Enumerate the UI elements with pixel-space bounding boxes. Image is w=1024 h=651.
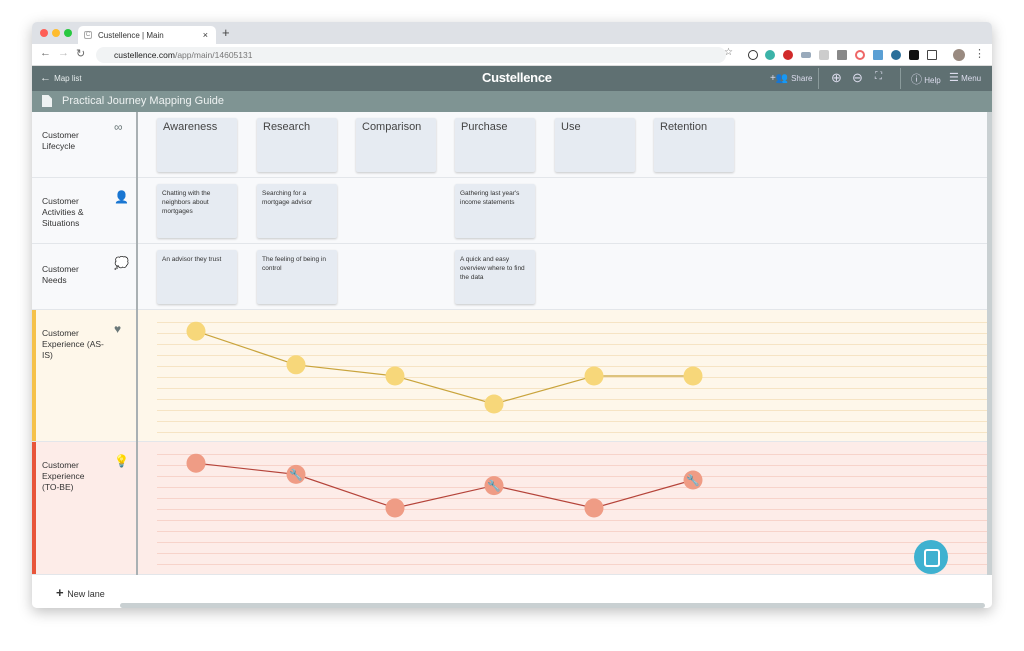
board-footer: + New lane: [32, 575, 992, 608]
extension-icon[interactable]: [909, 50, 919, 60]
wrench-icon: 🔧: [487, 479, 501, 493]
menu-label: Menu: [961, 74, 982, 83]
bookmark-star-icon[interactable]: ☆: [724, 47, 733, 58]
experience-point[interactable]: [186, 453, 206, 473]
new-lane-button[interactable]: + New lane: [56, 585, 105, 600]
minimize-window-button[interactable]: [52, 29, 60, 37]
horizontal-scrollbar[interactable]: [120, 603, 985, 608]
adblock-icon[interactable]: [783, 50, 793, 60]
tab-title: Custellence | Main: [98, 31, 164, 40]
zoom-out-icon[interactable]: ⊖: [852, 70, 863, 86]
extension-icon[interactable]: [855, 50, 865, 60]
experience-line: [195, 330, 693, 405]
extension-icon[interactable]: [765, 50, 775, 60]
experience-point[interactable]: [484, 394, 504, 414]
url-path: /app/main/14605131: [174, 50, 253, 60]
address-bar: ← → ↻ custellence.com/app/main/14605131 …: [32, 44, 992, 66]
experience-line: [195, 462, 694, 509]
divider: [900, 68, 901, 89]
extension-icon[interactable]: [927, 50, 937, 60]
hamburger-icon: ☰: [949, 72, 959, 84]
tab-bar: C Custellence | Main × +: [32, 22, 992, 44]
back-icon[interactable]: ←: [40, 47, 51, 59]
url-input[interactable]: custellence.com/app/main/14605131: [96, 47, 726, 63]
avatar[interactable]: [953, 49, 965, 61]
more-icon[interactable]: ⋮: [974, 47, 985, 60]
logo: Custellence: [482, 70, 552, 85]
plus-icon: +: [56, 585, 68, 600]
app-header: ← Map list Custellence +👥 Share ⊕ ⊖ ⛶ ⓘ …: [32, 66, 992, 91]
url-domain: custellence.com: [114, 50, 175, 60]
close-window-button[interactable]: [40, 29, 48, 37]
browser-tab[interactable]: C Custellence | Main ×: [78, 26, 216, 44]
close-tab-icon[interactable]: ×: [203, 30, 208, 40]
forward-icon[interactable]: →: [58, 47, 69, 59]
share-label: Share: [791, 74, 813, 83]
fullscreen-icon[interactable]: ⛶: [875, 71, 882, 82]
experience-point[interactable]: [385, 366, 405, 386]
maximize-window-button[interactable]: [64, 29, 72, 37]
help-icon: ⓘ: [911, 74, 922, 86]
menu-button[interactable]: ☰ Menu: [949, 71, 981, 84]
extension-icon[interactable]: [837, 50, 847, 60]
new-tab-button[interactable]: +: [222, 25, 230, 40]
arrow-left-icon: ←: [40, 72, 55, 84]
wrench-icon: 🔧: [686, 473, 700, 487]
help-label: Help: [924, 76, 941, 85]
experience-point[interactable]: [385, 498, 405, 518]
add-people-icon: +👥: [770, 73, 792, 84]
map-list-label: Map list: [54, 74, 82, 83]
favicon-icon: C: [84, 31, 92, 39]
browser-window: C Custellence | Main × + ← → ↻ custellence…: [32, 22, 992, 608]
map-list-button[interactable]: ← Map list: [40, 72, 82, 84]
new-lane-label: New lane: [67, 589, 105, 599]
reload-icon[interactable]: ↻: [76, 47, 85, 60]
extension-icon[interactable]: [891, 50, 901, 60]
experience-point[interactable]: [683, 366, 703, 386]
divider: [818, 68, 819, 89]
extension-icon[interactable]: [801, 52, 811, 58]
share-button[interactable]: +👥 Share: [770, 73, 812, 84]
experience-curves: 🔧 🔧 🔧: [186, 321, 703, 518]
chat-launcher-button[interactable]: [914, 540, 948, 574]
extension-icon[interactable]: [873, 50, 883, 60]
extension-icon[interactable]: [819, 50, 829, 60]
experience-point[interactable]: [584, 498, 604, 518]
vertical-scrollbar[interactable]: [987, 112, 992, 575]
experience-point[interactable]: [286, 355, 306, 375]
document-icon: [42, 95, 52, 107]
map-title-bar: Practical Journey Mapping Guide: [32, 91, 992, 112]
zoom-in-icon[interactable]: ⊕: [831, 70, 842, 86]
journey-board: Customer Lifecycle ∞ Customer Activities &…: [32, 112, 987, 575]
experience-point[interactable]: [584, 366, 604, 386]
experience-point[interactable]: [186, 321, 206, 341]
extension-icon[interactable]: [748, 50, 758, 60]
help-button[interactable]: ⓘ Help: [911, 71, 941, 87]
map-title[interactable]: Practical Journey Mapping Guide: [62, 95, 224, 107]
wrench-icon: 🔧: [289, 467, 303, 481]
